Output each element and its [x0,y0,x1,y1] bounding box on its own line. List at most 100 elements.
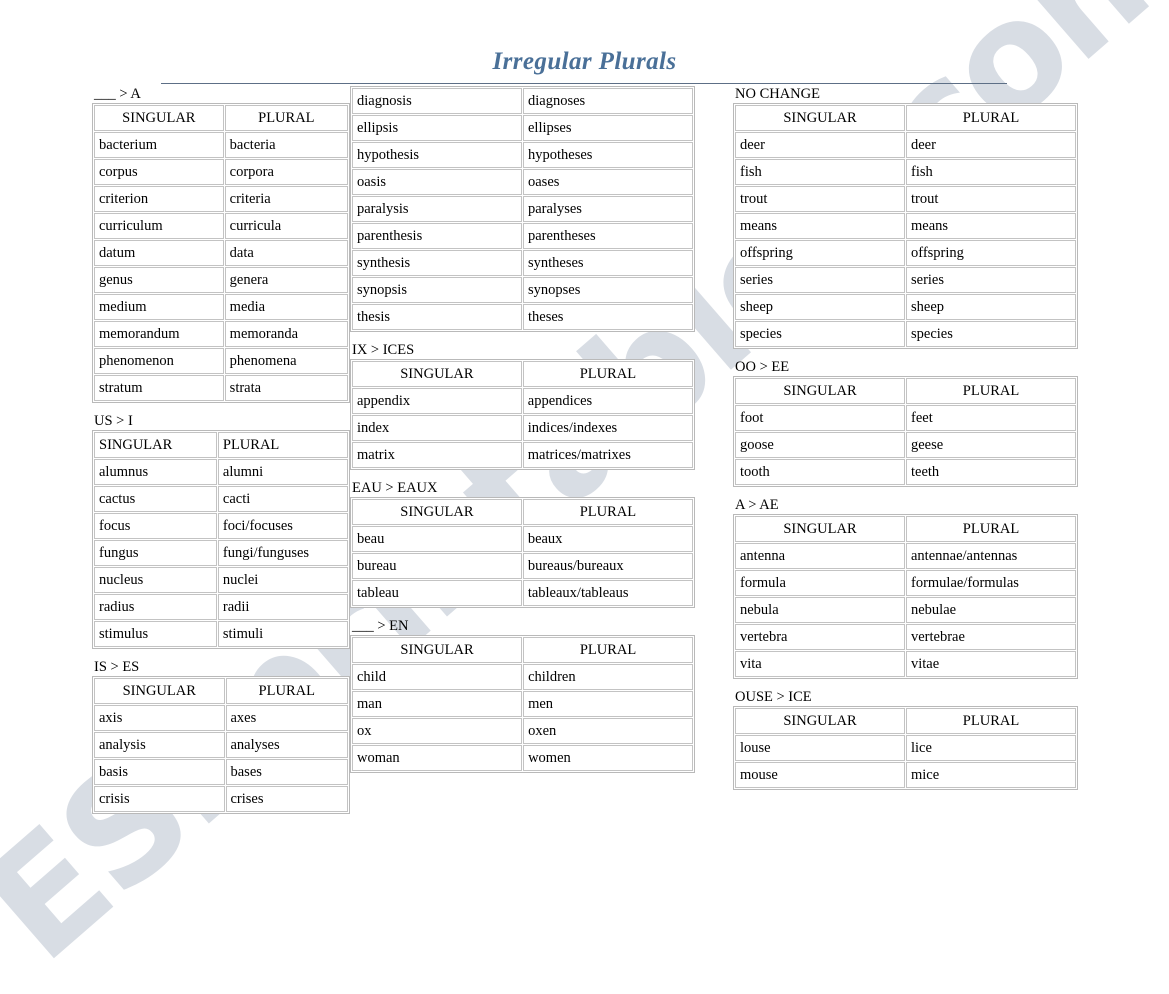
table-row: louse lice [735,735,1076,761]
singular-cell: crisis [94,786,225,812]
table-row: formula formulae/formulas [735,570,1076,596]
singular-cell: foot [735,405,905,431]
singular-cell: datum [94,240,224,266]
table-row: ellipsis ellipses [352,115,693,141]
singular-cell: stimulus [94,621,217,647]
plural-cell: alumni [217,459,348,485]
singular-cell: matrix [352,442,522,468]
table-row: analysis analyses [94,732,348,758]
table-row: bureau bureaus/bureaux [352,553,693,579]
plural-cell: fungi/funguses [217,540,348,566]
singular-cell: index [352,415,522,441]
columns-container: ___ > A SINGULAR PLURAL bacterium bacteria co… [0,86,1169,824]
table-row: alumnus alumni [94,459,348,485]
column-left: ___ > A SINGULAR PLURAL bacterium bacteria co… [0,86,350,824]
table-row: antenna antennae/antennas [735,543,1076,569]
column-header-plural: PLURAL [225,678,348,704]
table-row: focus foci/focuses [94,513,348,539]
plural-cell: parentheses [522,223,693,249]
plural-cell: data [224,240,348,266]
table-row: matrix matrices/matrixes [352,442,693,468]
plural-cell: radii [217,594,348,620]
section-ix-to-ices-heading: IX > ICES [352,342,415,358]
plural-cell: oxen [523,718,693,744]
singular-cell: stratum [94,375,224,401]
table-row: radius radii [94,594,348,620]
singular-cell: ox [352,718,523,744]
plural-cell: bureaus/bureaux [522,553,693,579]
table-row: man men [352,691,693,717]
column-header-singular: SINGULAR [94,105,224,131]
section-to-a-table: SINGULAR PLURAL bacterium bacteria corpus cor… [92,103,350,403]
table-row: means means [735,213,1076,239]
plural-cell: antennae/antennas [906,543,1076,569]
singular-cell: alumnus [94,459,217,485]
plural-cell: series [906,267,1076,293]
table-row: trout trout [735,186,1076,212]
singular-cell: medium [94,294,224,320]
plural-cell: fish [906,159,1076,185]
singular-cell: genus [94,267,224,293]
table-row: offspring offspring [735,240,1076,266]
table-header-row: SINGULAR PLURAL [735,378,1076,404]
singular-cell: analysis [94,732,225,758]
plural-cell: crises [225,786,348,812]
singular-cell: sheep [735,294,905,320]
column-header-singular: SINGULAR [735,708,905,734]
column-header-singular: SINGULAR [735,378,905,404]
plural-cell: bases [225,759,348,785]
plural-cell: bacteria [224,132,348,158]
table-row: stimulus stimuli [94,621,348,647]
table-row: tableau tableaux/tableaus [352,580,693,606]
table-row: woman women [352,745,693,771]
singular-cell: nucleus [94,567,217,593]
singular-cell: man [352,691,523,717]
plural-cell: trout [906,186,1076,212]
table-row: fungus fungi/funguses [94,540,348,566]
table-row: nucleus nuclei [94,567,348,593]
section-eau-to-eaux-heading: EAU > EAUX [352,480,438,496]
column-header-plural: PLURAL [522,499,693,525]
singular-cell: memorandum [94,321,224,347]
worksheet-page: Irregular Plurals ___ > A SINGULAR PLURAL b… [0,0,1169,821]
section-no-change: NO CHANGE SINGULAR PLURAL deer deer fish fish t… [733,86,1095,349]
plural-cell: stimuli [217,621,348,647]
singular-cell: thesis [352,304,522,330]
table-row: index indices/indexes [352,415,693,441]
table-row: beau beaux [352,526,693,552]
column-header-plural: PLURAL [217,432,348,458]
singular-cell: appendix [352,388,522,414]
plural-cell: nuclei [217,567,348,593]
column-middle: diagnosis diagnoses ellipsis ellipses hypoth… [350,86,695,783]
singular-cell: vita [735,651,905,677]
section-us-to-i: US > I SINGULAR PLURAL alumnus alumni cactus c… [92,413,350,649]
table-header-row: SINGULAR PLURAL [735,516,1076,542]
plural-cell: synopses [522,277,693,303]
plural-cell: diagnoses [522,88,693,114]
column-right: NO CHANGE SINGULAR PLURAL deer deer fish fish t… [695,86,1095,800]
plural-cell: criteria [224,186,348,212]
section-no-change-heading: NO CHANGE [735,86,820,102]
table-row: medium media [94,294,348,320]
section-ouse-to-ice-heading: OUSE > ICE [735,689,812,705]
singular-cell: criterion [94,186,224,212]
plural-cell: theses [522,304,693,330]
plural-cell: foci/focuses [217,513,348,539]
table-row: vita vitae [735,651,1076,677]
plural-cell: means [906,213,1076,239]
plural-cell: mice [906,762,1076,788]
section-ouse-to-ice: OUSE > ICE SINGULAR PLURAL louse lice mouse mi… [733,689,1095,790]
singular-cell: phenomenon [94,348,224,374]
column-header-plural: PLURAL [906,516,1076,542]
table-row: stratum strata [94,375,348,401]
section-oo-to-ee-table: SINGULAR PLURAL foot feet goose geese tooth tee… [733,376,1078,487]
plural-cell: phenomena [224,348,348,374]
singular-cell: curriculum [94,213,224,239]
table-row: phenomenon phenomena [94,348,348,374]
table-row: species species [735,321,1076,347]
plural-cell: deer [906,132,1076,158]
table-row: vertebra vertebrae [735,624,1076,650]
plural-cell: cacti [217,486,348,512]
table-row: memorandum memoranda [94,321,348,347]
singular-cell: trout [735,186,905,212]
